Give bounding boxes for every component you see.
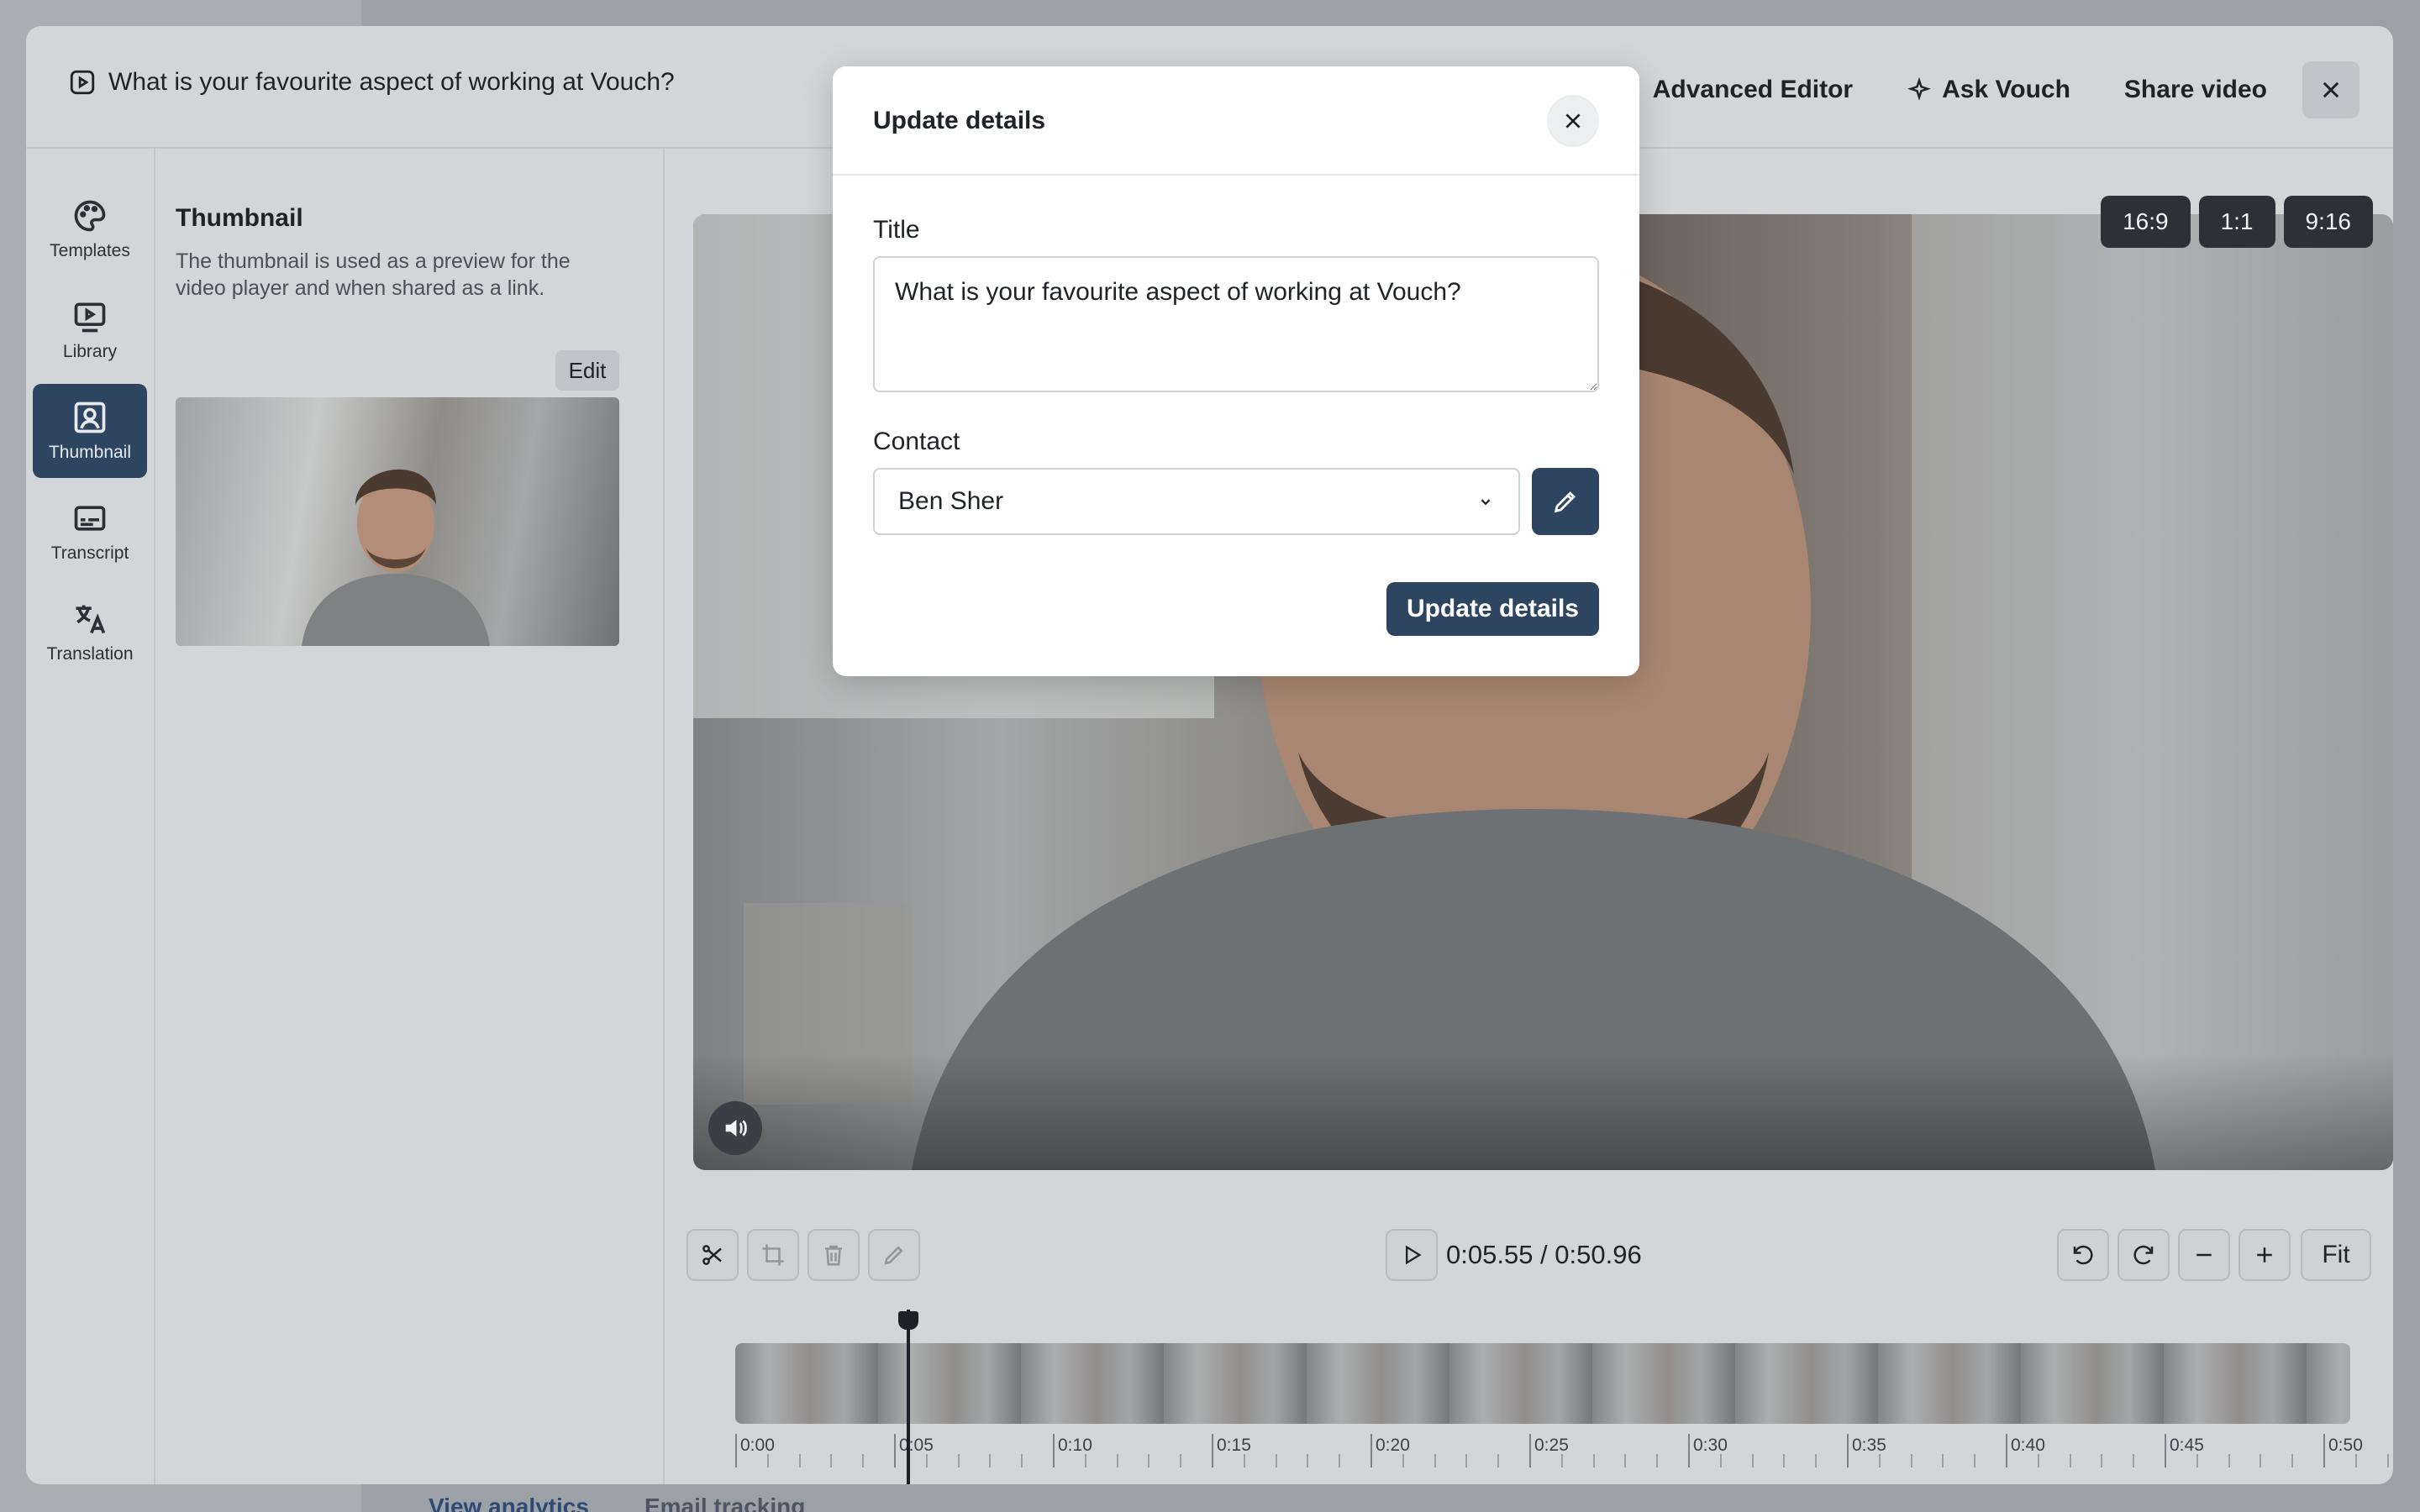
contact-selected-value: Ben Sher [898,487,1004,515]
contact-label: Contact [873,428,960,455]
update-details-modal: Update details Title What is your favour… [833,66,1639,676]
contact-select[interactable]: Ben Sher [873,468,1520,535]
modal-close-button[interactable] [1547,95,1599,147]
close-icon [1565,113,1581,129]
title-label: Title [873,216,920,244]
tab-email-tracking: Email tracking [644,1494,806,1512]
video-editor-window: What is your favourite aspect of working… [26,26,2393,1484]
tab-view-analytics: View analytics [429,1494,589,1512]
update-details-button[interactable]: Update details [1386,582,1599,636]
modal-title: Update details [873,107,1046,134]
modal-header: Update details [833,66,1639,176]
title-input[interactable]: What is your favourite aspect of working… [873,256,1599,392]
background-tabs: View analytics Email tracking [429,1494,805,1512]
chevron-down-icon [1481,499,1491,506]
pencil-icon [1554,491,1576,513]
edit-contact-button[interactable] [1532,468,1599,535]
